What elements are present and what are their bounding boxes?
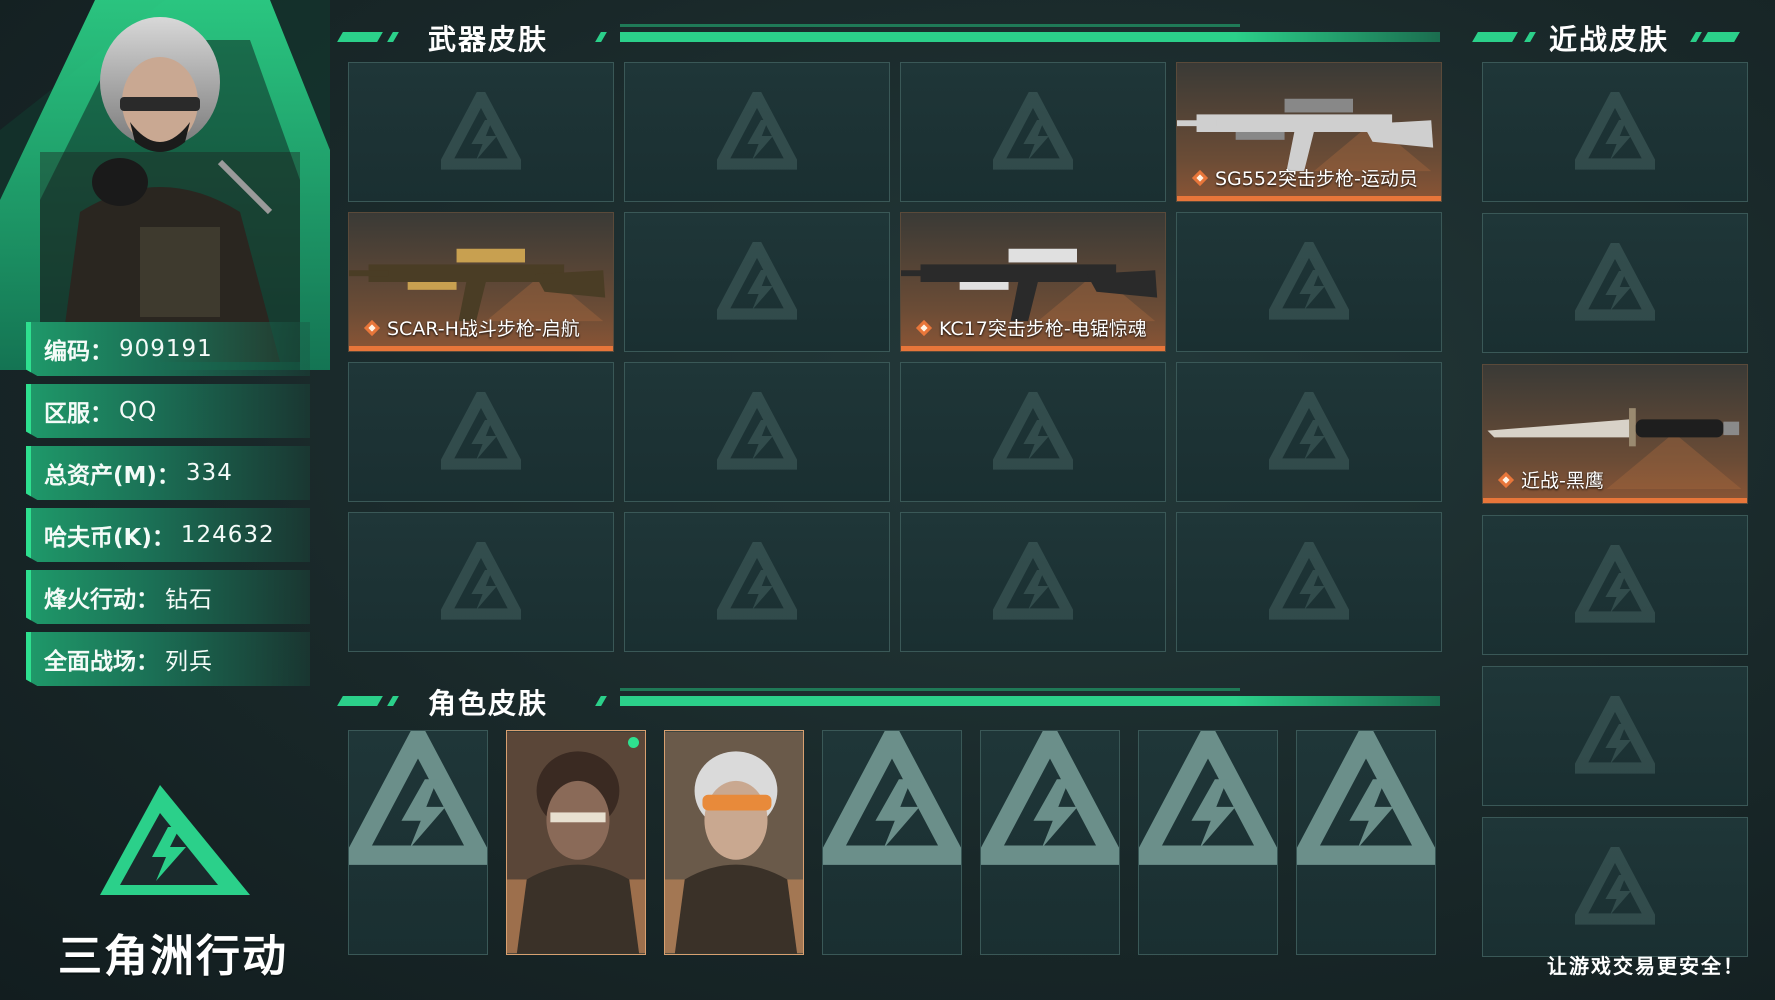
- melee-section-header: 近战皮肤: [1472, 16, 1745, 56]
- empty-weapon-slot[interactable]: [624, 212, 890, 352]
- skin-label: SCAR-H战斗步枪-启航: [363, 314, 580, 341]
- empty-melee-slot[interactable]: [1482, 515, 1748, 655]
- delta-watermark-icon: [441, 392, 521, 470]
- coins-value: 124632: [180, 522, 275, 548]
- empty-weapon-slot[interactable]: [1176, 512, 1442, 652]
- skin-label: KC17突击步枪-电锯惊魂: [915, 314, 1147, 341]
- empty-character-slot[interactable]: [980, 730, 1120, 955]
- empty-melee-slot[interactable]: [1482, 213, 1748, 353]
- skin-name: KC17突击步枪-电锯惊魂: [939, 318, 1147, 340]
- delta-watermark-icon: [823, 731, 961, 865]
- delta-watermark-icon: [1269, 242, 1349, 320]
- delta-watermark-icon: [1575, 243, 1655, 321]
- empty-character-slot[interactable]: [1138, 730, 1278, 955]
- rarity-diamond-icon: [915, 319, 933, 336]
- empty-weapon-slot[interactable]: [1176, 362, 1442, 502]
- delta-watermark-icon: [1139, 731, 1277, 865]
- delta-watermark-icon: [1575, 92, 1655, 170]
- warfare-rank-label: 全面战场：: [44, 649, 159, 675]
- weapon-section-header: 武器皮肤: [337, 16, 1440, 56]
- delta-watermark-icon: [717, 542, 797, 620]
- coins-label: 哈夫币(K)：: [44, 525, 175, 551]
- delta-watermark-icon: [1269, 542, 1349, 620]
- assets-label: 总资产(M)：: [44, 463, 180, 489]
- character-section-title: 角色皮肤: [428, 687, 549, 720]
- empty-weapon-slot[interactable]: [348, 512, 614, 652]
- weapon-skin-slot[interactable]: SCAR-H战斗步枪-启航: [348, 212, 614, 352]
- delta-logo-icon: [100, 785, 250, 895]
- skin-label: SG552突击步枪-运动员: [1191, 164, 1418, 191]
- info-row-coins: 哈夫币(K)： 124632: [26, 508, 310, 562]
- skin-name: 近战-黑鹰: [1521, 470, 1604, 492]
- operation-rank-value: 钻石: [165, 587, 213, 613]
- delta-watermark-icon: [717, 242, 797, 320]
- character-section-header: 角色皮肤: [337, 680, 1440, 720]
- operator-portrait: [665, 731, 803, 954]
- character-skin-slot[interactable]: [664, 730, 804, 955]
- info-row-server: 区服： QQ: [26, 384, 310, 438]
- delta-watermark-icon: [993, 542, 1073, 620]
- brand-name: 三角洲行动: [58, 931, 288, 982]
- skin-name: SG552突击步枪-运动员: [1215, 168, 1418, 190]
- character-skin-slot[interactable]: [506, 730, 646, 955]
- delta-watermark-icon: [981, 731, 1119, 865]
- empty-weapon-slot[interactable]: [624, 362, 890, 502]
- empty-melee-slot[interactable]: [1482, 62, 1748, 202]
- skin-name: SCAR-H战斗步枪-启航: [387, 318, 580, 340]
- delta-watermark-icon: [717, 92, 797, 170]
- info-row-operation-rank: 烽火行动： 钻石: [26, 570, 310, 624]
- melee-skin-slot[interactable]: 近战-黑鹰: [1482, 364, 1748, 504]
- empty-weapon-slot[interactable]: [624, 62, 890, 202]
- warfare-rank-value: 列兵: [165, 649, 213, 675]
- empty-weapon-slot[interactable]: [624, 512, 890, 652]
- empty-character-slot[interactable]: [348, 730, 488, 955]
- server-value: QQ: [119, 398, 158, 424]
- empty-weapon-slot[interactable]: [1176, 212, 1442, 352]
- info-row-id: 编码： 909191: [26, 322, 310, 376]
- melee-section-title: 近战皮肤: [1549, 23, 1670, 56]
- empty-weapon-slot[interactable]: [348, 362, 614, 502]
- empty-weapon-slot[interactable]: [348, 62, 614, 202]
- delta-watermark-icon: [717, 392, 797, 470]
- rarity-diamond-icon: [1497, 471, 1515, 488]
- delta-watermark-icon: [349, 731, 487, 865]
- empty-melee-slot[interactable]: [1482, 817, 1748, 957]
- empty-character-slot[interactable]: [1296, 730, 1436, 955]
- empty-character-slot[interactable]: [822, 730, 962, 955]
- profile-panel: 编码： 909191 区服： QQ 总资产(M)： 334 哈夫币(K)： 12…: [0, 0, 330, 1000]
- delta-watermark-icon: [441, 92, 521, 170]
- weapon-skin-slot[interactable]: SG552突击步枪-运动员: [1176, 62, 1442, 202]
- id-value: 909191: [119, 336, 213, 362]
- weapon-section-title: 武器皮肤: [428, 23, 549, 56]
- delta-watermark-icon: [1575, 696, 1655, 774]
- new-indicator: [628, 737, 639, 748]
- rarity-diamond-icon: [363, 319, 381, 336]
- empty-weapon-slot[interactable]: [900, 362, 1166, 502]
- assets-value: 334: [185, 460, 233, 486]
- delta-watermark-icon: [1297, 731, 1435, 865]
- empty-weapon-slot[interactable]: [900, 512, 1166, 652]
- delta-watermark-icon: [1269, 392, 1349, 470]
- operation-rank-label: 烽火行动：: [44, 587, 159, 613]
- delta-watermark-icon: [1575, 545, 1655, 623]
- skin-label: 近战-黑鹰: [1497, 466, 1604, 493]
- delta-watermark-icon: [993, 392, 1073, 470]
- empty-melee-slot[interactable]: [1482, 666, 1748, 806]
- operator-portrait: [507, 731, 645, 954]
- operator-portrait: [40, 17, 300, 362]
- id-label: 编码：: [44, 339, 113, 365]
- delta-watermark-icon: [993, 92, 1073, 170]
- footer-slogan: 让游戏交易更安全！: [1547, 954, 1745, 978]
- info-row-warfare-rank: 全面战场： 列兵: [26, 632, 310, 686]
- empty-weapon-slot[interactable]: [900, 62, 1166, 202]
- delta-watermark-icon: [1575, 847, 1655, 925]
- info-row-assets: 总资产(M)： 334: [26, 446, 310, 500]
- rarity-diamond-icon: [1191, 169, 1209, 186]
- server-label: 区服：: [44, 401, 113, 427]
- delta-watermark-icon: [441, 542, 521, 620]
- weapon-skin-slot[interactable]: KC17突击步枪-电锯惊魂: [900, 212, 1166, 352]
